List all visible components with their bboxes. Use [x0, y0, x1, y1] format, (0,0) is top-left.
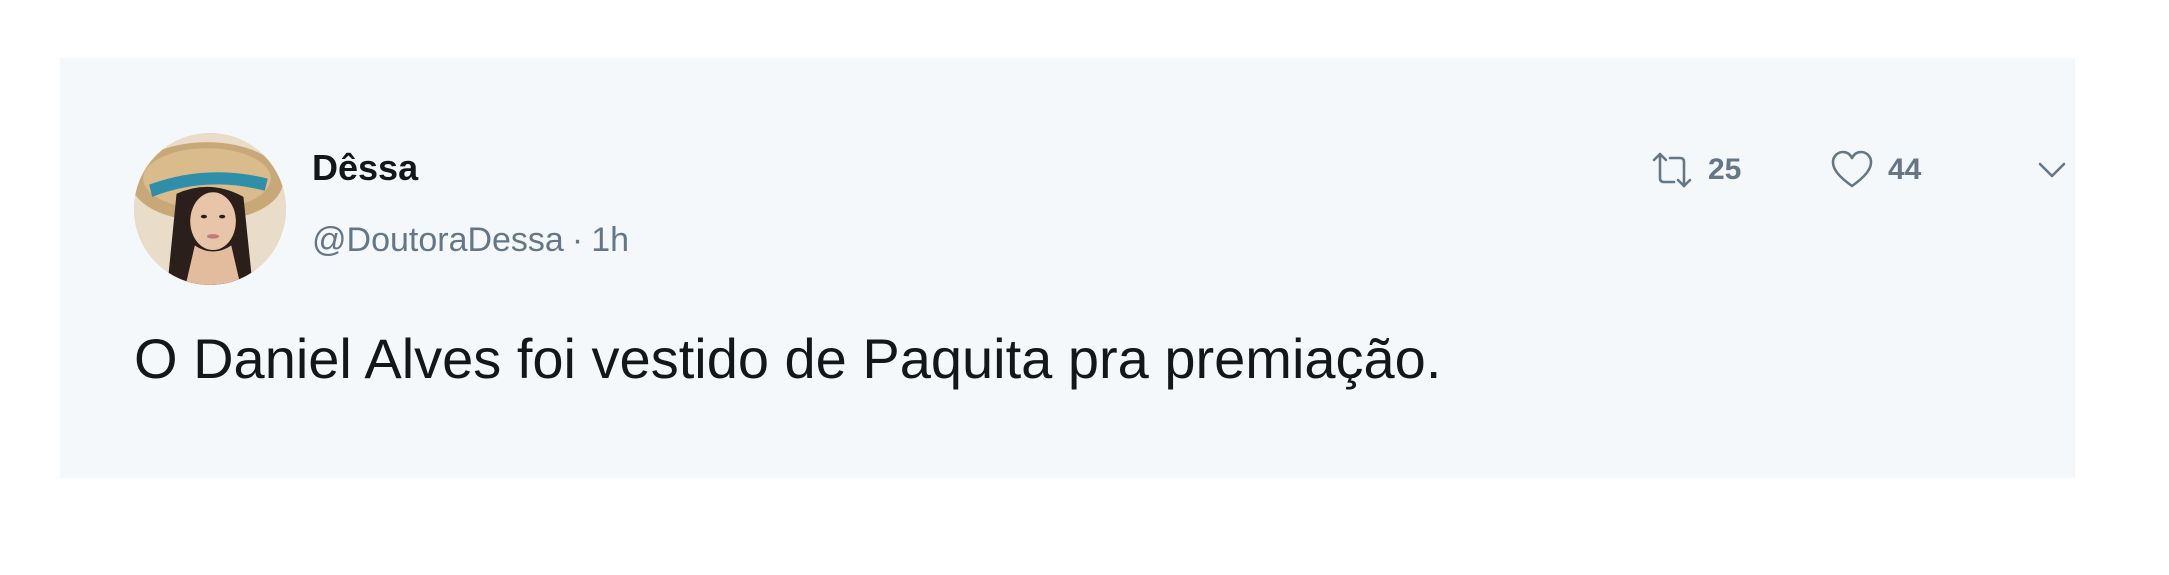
avatar[interactable]	[134, 133, 286, 285]
tweet-timestamp[interactable]: 1h	[591, 221, 629, 259]
chevron-down-icon	[2038, 162, 2066, 178]
more-options-button[interactable]	[2028, 146, 2076, 194]
meta-separator: ·	[571, 221, 584, 259]
like-button[interactable]: 44	[1828, 146, 1921, 194]
heart-icon	[1828, 146, 1876, 194]
tweet-card[interactable]: Dêssa @DoutoraDessa · 1h 25 44 O Daniel …	[60, 58, 2075, 478]
tweet-text: O Daniel Alves foi vestido de Paquita pr…	[134, 327, 1442, 390]
retweet-count: 25	[1708, 153, 1742, 186]
user-handle[interactable]: @DoutoraDessa	[312, 221, 564, 259]
retweet-icon	[1648, 146, 1696, 194]
retweet-button[interactable]: 25	[1648, 146, 1741, 194]
like-count: 44	[1888, 153, 1922, 186]
display-name[interactable]: Dêssa	[312, 150, 418, 186]
tweet-meta: @DoutoraDessa · 1h	[312, 223, 629, 257]
profile-photo-image	[134, 133, 286, 285]
